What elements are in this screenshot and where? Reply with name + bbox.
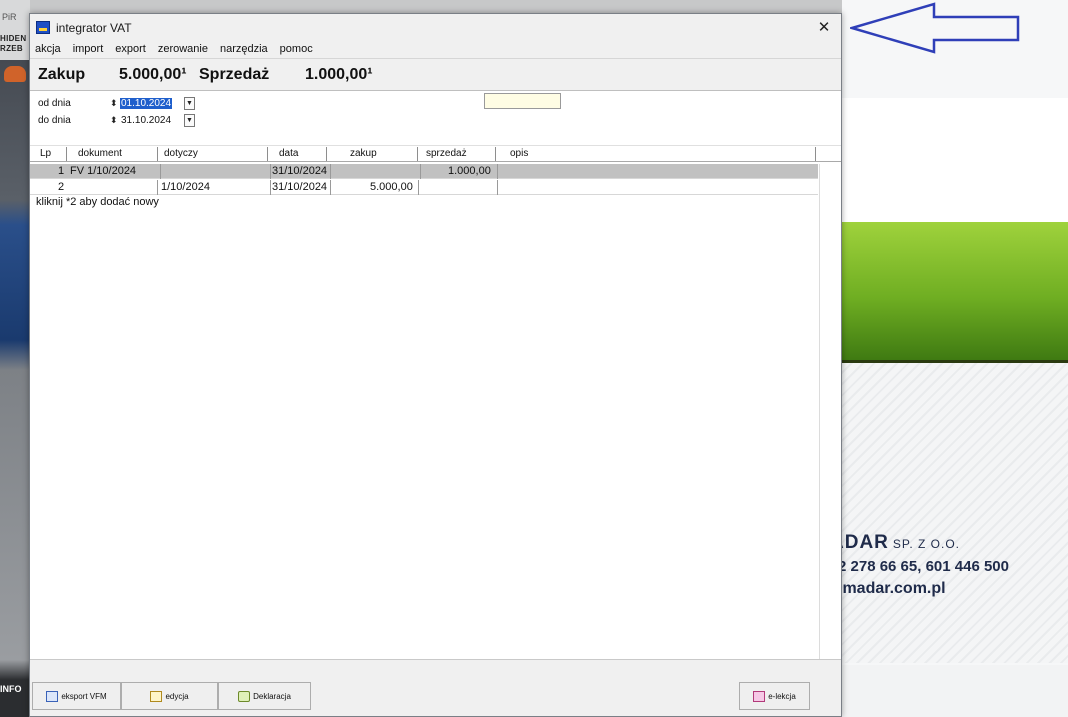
edycja-label: edycja — [165, 691, 189, 701]
menu-akcja[interactable]: akcja — [35, 42, 61, 58]
eksport-vfm-label: eksport VFM — [61, 691, 107, 701]
col-dotyczy[interactable]: dotyczy — [164, 148, 198, 159]
deklaracja-button[interactable]: Deklaracja — [218, 682, 311, 710]
table-row[interactable]: 1 FV 1/10/2024 31/10/2024 1.000,00 — [30, 164, 818, 179]
od-dnia-dropdown-button[interactable]: ▼ — [184, 97, 195, 110]
row-separator — [330, 164, 331, 179]
company-website: .madar.com.pl — [838, 580, 946, 597]
bg-hiden-line: HIDEN — [0, 34, 27, 43]
bg-pattern — [842, 363, 1068, 663]
search-field[interactable] — [484, 93, 561, 109]
row-separator — [418, 180, 419, 195]
grid-header: Lp dokument dotyczy data zakup sprzedaż … — [30, 146, 841, 162]
e-lekcja-label: e-lekcja — [768, 691, 796, 701]
cell-dokument: FV 1/10/2024 — [70, 165, 137, 177]
col-separator[interactable] — [495, 147, 496, 161]
e-lekcja-button[interactable]: e-lekcja — [739, 682, 810, 710]
sprzedaz-label: Sprzedaż — [199, 66, 270, 83]
car-icon — [4, 66, 26, 82]
bg-rzeb-line: RZEB — [0, 44, 23, 53]
cell-dotyczy: 1/10/2024 — [161, 181, 210, 193]
bg-pir-label: PiR — [2, 12, 17, 22]
bg-hiden-label: HIDEN RZEB — [0, 34, 26, 54]
col-lp[interactable]: Lp — [40, 148, 51, 159]
close-button[interactable]: ✕ — [807, 14, 841, 42]
do-dnia-spinner-icon[interactable]: ⬍ — [110, 115, 118, 126]
menu-zerowanie[interactable]: zerowanie — [158, 42, 208, 58]
col-data[interactable]: data — [279, 148, 298, 159]
window-title: integrator VAT — [56, 21, 132, 35]
annotation-arrow-icon — [850, 2, 1020, 54]
company-suffix: SP. Z O.O. — [892, 537, 961, 551]
zakup-label: Zakup — [38, 66, 86, 83]
footer-toolbar: eksport VFM edycja Deklaracja e-lekcja — [30, 659, 841, 716]
summary-bar: Zakup 5.000,00¹ Sprzedaż 1.000,00¹ — [30, 58, 841, 91]
cell-lp: 2 — [58, 181, 65, 193]
col-separator[interactable] — [815, 147, 816, 161]
row-separator — [270, 180, 271, 195]
cell-sprzedaz: 1.000,00 — [448, 165, 491, 177]
od-dnia-label: od dnia — [38, 98, 71, 109]
row-separator — [420, 164, 421, 179]
integrator-vat-window: integrator VAT ✕ akcja import export zer… — [29, 13, 842, 717]
col-dokument[interactable]: dokument — [78, 148, 122, 159]
col-separator[interactable] — [267, 147, 268, 161]
menu-narzedzia[interactable]: narzędzia — [220, 42, 268, 58]
sprzedaz-total: 1.000,00¹ — [305, 66, 373, 83]
declaration-icon — [238, 690, 251, 702]
od-dnia-spinner-icon[interactable]: ⬍ — [110, 98, 118, 109]
eksport-vfm-button[interactable]: eksport VFM — [32, 682, 121, 710]
row-separator — [497, 164, 498, 179]
deklaracja-label: Deklaracja — [253, 691, 291, 701]
invoice-grid: 1 FV 1/10/2024 31/10/2024 1.000,00 2 1/1… — [30, 162, 841, 210]
background-right-panel: ADAR SP. Z O.O. 2 278 66 65, 601 446 500 … — [830, 0, 1068, 717]
cell-lp: 1 — [58, 165, 65, 177]
table-row[interactable]: 2 1/10/2024 31/10/2024 5.000,00 — [30, 180, 818, 195]
background-left-panel: PiR HIDEN RZEB INFO — [0, 0, 30, 717]
col-separator[interactable] — [66, 147, 67, 161]
col-separator[interactable] — [417, 147, 418, 161]
date-filter-panel: od dnia ⬍ 01.10.2024 ▼ do dnia ⬍ 31.10.2… — [30, 91, 841, 146]
col-zakup[interactable]: zakup — [350, 148, 377, 159]
col-separator[interactable] — [157, 147, 158, 161]
zakup-total: 5.000,00¹ — [119, 66, 187, 83]
export-icon — [46, 690, 59, 702]
row-separator — [270, 164, 271, 179]
row-separator — [157, 180, 158, 195]
do-dnia-label: do dnia — [38, 115, 71, 126]
title-bar[interactable]: integrator VAT ✕ — [30, 14, 841, 42]
menu-bar: akcja import export zerowanie narzędzia … — [30, 42, 841, 58]
col-sprzedaz[interactable]: sprzedaż — [426, 148, 467, 159]
cell-data: 31/10/2024 — [272, 181, 328, 193]
do-dnia-dropdown-button[interactable]: ▼ — [184, 114, 195, 127]
menu-export[interactable]: export — [115, 42, 146, 58]
add-new-hint[interactable]: kliknij *2 aby dodać nowy — [36, 196, 159, 208]
e-lekcja-icon — [753, 690, 766, 702]
bg-green-banner — [842, 222, 1068, 360]
bg-bottom — [842, 665, 1068, 717]
grid-scroll-gutter[interactable] — [819, 164, 841, 661]
do-dnia-input[interactable]: 31.10.2024 — [120, 115, 172, 126]
bg-white-band — [842, 98, 1068, 222]
bg-info-label: INFO — [0, 684, 22, 694]
col-opis[interactable]: opis — [510, 148, 528, 159]
edycja-button[interactable]: edycja — [121, 682, 218, 710]
app-icon — [36, 21, 50, 34]
edit-icon — [150, 690, 163, 702]
row-separator — [160, 164, 161, 179]
company-phones: 2 278 66 65, 601 446 500 — [838, 558, 1009, 575]
col-separator[interactable] — [326, 147, 327, 161]
menu-pomoc[interactable]: pomoc — [280, 42, 313, 58]
company-name: ADAR SP. Z O.O. — [830, 532, 960, 554]
cell-zakup: 5.000,00 — [370, 181, 413, 193]
row-separator — [330, 180, 331, 195]
cell-data: 31/10/2024 — [272, 165, 328, 177]
menu-import[interactable]: import — [73, 42, 104, 58]
row-separator — [497, 180, 498, 195]
od-dnia-input[interactable]: 01.10.2024 — [120, 98, 173, 109]
